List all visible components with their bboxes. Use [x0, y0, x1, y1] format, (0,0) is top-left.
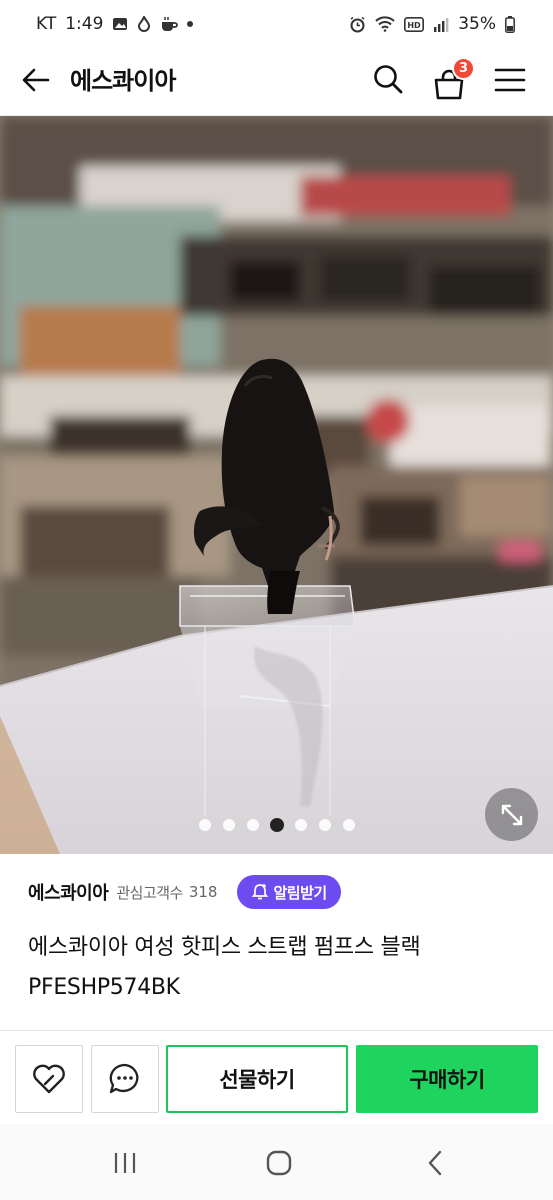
recent-apps-icon [114, 1153, 136, 1173]
signal-icon [433, 17, 449, 32]
fans-count: 318 [188, 883, 218, 901]
battery-percent: 35% [458, 14, 496, 34]
alarm-subscribe-button[interactable]: 알림받기 [237, 875, 341, 909]
chevron-left-icon [428, 1150, 442, 1176]
search-button[interactable] [368, 59, 408, 99]
more-notifications-dot-icon [187, 21, 194, 27]
gallery-dot[interactable] [293, 818, 308, 832]
back-button[interactable] [18, 62, 54, 98]
gallery-dot[interactable] [221, 818, 236, 832]
gift-button[interactable]: 선물하기 [166, 1045, 348, 1113]
back-arrow-icon [22, 68, 50, 92]
status-left: KT 1:49 [36, 14, 194, 34]
gallery-dot[interactable] [269, 818, 284, 832]
carrier-label: KT [36, 14, 57, 34]
svg-text:HD: HD [408, 21, 422, 30]
clock-label: 1:49 [65, 14, 104, 34]
cup-notification-icon [160, 16, 179, 32]
seller-name[interactable]: 에스콰이아 [28, 879, 109, 905]
home-icon [266, 1150, 292, 1176]
wishlist-button[interactable] [15, 1045, 83, 1113]
recent-apps-button[interactable] [108, 1150, 142, 1176]
shop-title[interactable]: 에스콰이아 [70, 61, 176, 96]
gallery-pagination [0, 818, 553, 832]
gallery-dot[interactable] [317, 818, 332, 832]
expand-image-button[interactable] [485, 788, 538, 841]
search-icon [374, 65, 403, 94]
system-nav-bar [0, 1124, 553, 1200]
purchase-action-bar: 선물하기 구매하기 [0, 1030, 553, 1124]
product-title: 에스콰이아 여성 핫피스 스트랩 펌프스 블랙 PFESHP574BK [28, 935, 421, 1000]
buy-button[interactable]: 구매하기 [356, 1045, 538, 1113]
chat-icon [109, 1063, 139, 1094]
gallery-dot[interactable] [341, 818, 356, 832]
seller-row: 에스콰이아 관심고객수 318 알림받기 [0, 854, 553, 930]
alarm-label: 알림받기 [273, 883, 327, 902]
battery-icon [505, 15, 515, 33]
heart-icon [33, 1064, 65, 1094]
cart-count-badge: 3 [452, 57, 475, 80]
product-image-gallery[interactable] [0, 116, 553, 854]
app-header: 에스콰이아 3 [0, 48, 553, 116]
system-back-button[interactable] [418, 1148, 452, 1178]
fans-label: 관심고객수 [116, 883, 183, 902]
expand-icon [501, 804, 522, 825]
gallery-dot[interactable] [197, 818, 212, 832]
product-photo [0, 116, 553, 854]
home-button[interactable] [262, 1148, 296, 1178]
wifi-icon [375, 16, 395, 32]
gallery-notification-icon [112, 16, 128, 32]
status-right: HD 35% [349, 14, 515, 34]
alarm-clock-icon [349, 16, 366, 33]
flame-notification-icon [137, 16, 151, 32]
menu-icon [494, 68, 526, 92]
hd-voice-icon: HD [404, 16, 425, 32]
menu-button[interactable] [490, 60, 530, 100]
status-bar: KT 1:49 HD 35% [0, 0, 553, 48]
chat-button[interactable] [91, 1045, 159, 1113]
cart-button[interactable]: 3 [428, 57, 475, 101]
bell-plus-icon [252, 884, 269, 900]
gallery-dot[interactable] [245, 818, 260, 832]
